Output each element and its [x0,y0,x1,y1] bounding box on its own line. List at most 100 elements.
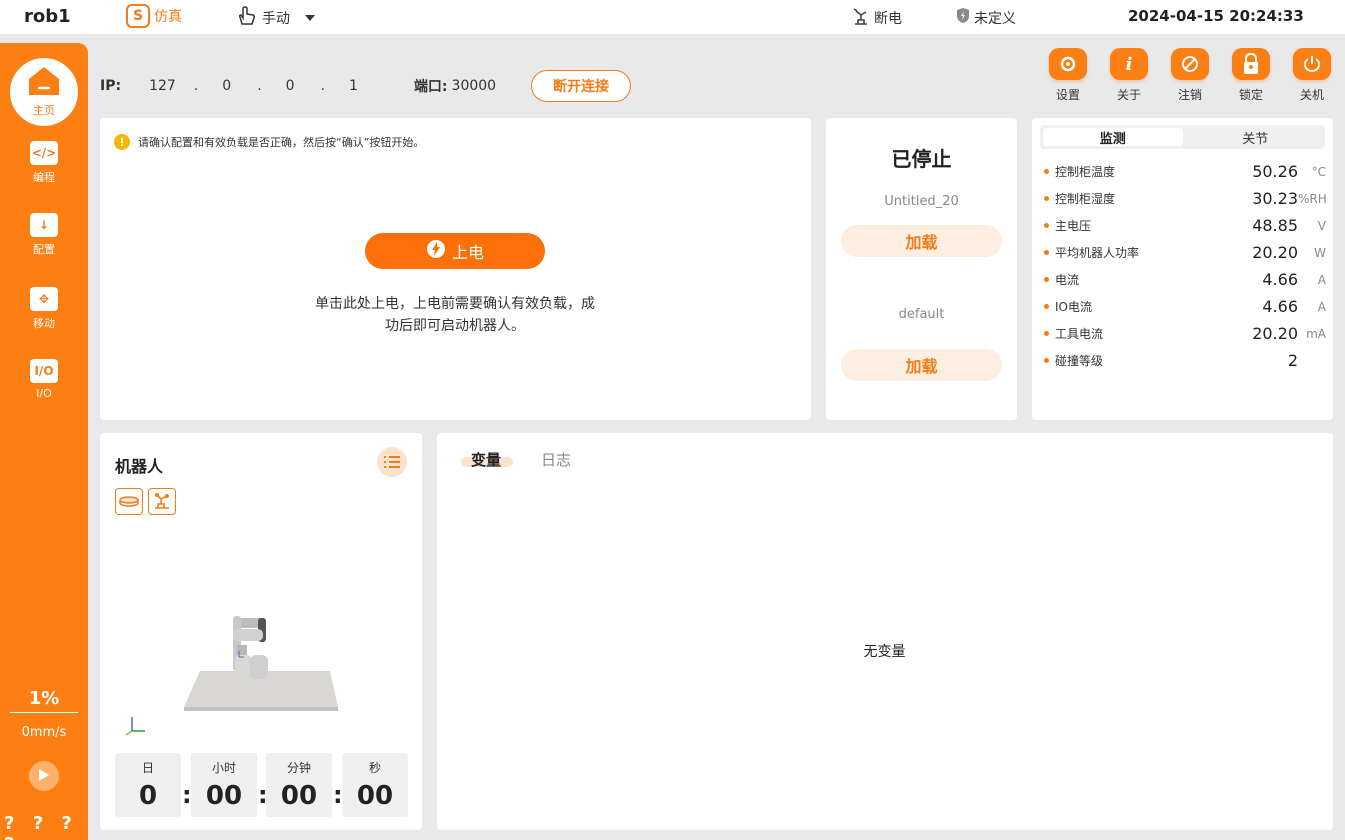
power-on-description: 单击此处上电，上电前需要确认有效负载，成 功后即可启动机器人。 [305,293,605,337]
monitor-value: 4.66 [1262,297,1298,316]
sidebar-item-io[interactable]: I/O I/O [0,359,88,400]
sidebar-item-home[interactable]: 主页 [10,58,78,126]
monitor-unit: A [1317,299,1326,314]
logout-button[interactable]: 注销 [1165,48,1215,103]
tab-joint[interactable]: 关节 [1186,125,1326,149]
monitor-row: IO电流 4.66 A [1044,293,1326,320]
sidebar-item-config[interactable]: ↓ 配置 [0,213,88,257]
bullet [1044,169,1049,174]
power-status-label: 断电 [874,11,902,27]
timer-value: 00 [205,781,243,811]
power-on-button[interactable]: 上电 [365,233,545,269]
monitor-row: 控制柜温度 50.26 °C [1044,158,1326,185]
timer-minutes: 分钟 00 [266,753,332,817]
safety-status: 未定义 [956,7,1016,28]
shutdown-label: 关机 [1299,88,1324,102]
timer-seconds: 秒 00 [342,753,408,817]
power-desc-line: 单击此处上电，上电前需要确认有效负载，成 [315,296,595,312]
power-icon [1293,48,1331,80]
lock-icon [1232,48,1270,80]
variables-panel: 变量 日志 无变量 [437,433,1333,830]
axis-triad [125,717,145,736]
bullet [1044,358,1049,363]
chevron-down-icon [304,10,316,26]
monitor-label: 控制柜温度 [1055,165,1116,179]
robot-arm-icon [852,7,870,29]
monitor-value: 2 [1287,351,1298,370]
bullet [1044,250,1049,255]
monitor-row: 电流 4.66 A [1044,266,1326,293]
load-payload-button[interactable]: 加载 [841,349,1002,381]
monitor-row: 平均机器人功率 20.20 W [1044,239,1326,266]
logout-label: 注销 [1177,88,1202,102]
robot-panel: 机器人 日 0 : 小时 00 : 分钟 00: 秒 00 [100,433,422,830]
sidebar-item-label: 主页 [33,104,55,117]
power-status: 断电 [852,7,902,29]
monitor-value: 30.23 [1252,189,1298,208]
lightning-icon [426,239,446,263]
timer-value: 00 [356,781,394,811]
lock-label: 锁定 [1238,88,1263,102]
play-icon [38,767,50,786]
robot-3d-viewport[interactable] [100,583,422,743]
monitor-unit: mA [1306,326,1326,341]
load-program-button[interactable]: 加载 [841,225,1002,257]
power-desc-line: 功后即可启动机器人。 [385,318,525,334]
monitor-value: 20.20 [1252,243,1298,262]
sidebar-item-label: 编程 [33,171,55,184]
about-label: 关于 [1116,88,1141,102]
ip-octet: 0 [285,78,295,94]
io-icon: I/O [30,359,58,383]
connection-bar: IP: 127 . 0 . 0 . 1 端口: 30000 [100,78,497,95]
timer-label: 小时 [211,761,236,775]
port-label: 端口: [413,79,448,95]
logout-icon [1171,48,1209,80]
tab-variables[interactable]: 变量 [471,449,501,470]
sidebar-item-label: 配置 [33,243,55,256]
gear-icon [1049,48,1087,80]
timer-value: 00 [280,781,318,811]
monitor-label: 工具电流 [1055,327,1104,341]
code-icon: </> [30,141,58,165]
base-view-button[interactable] [115,488,143,515]
simulation-icon: S [126,4,150,28]
sidebar-item-move[interactable]: ✥ 移动 [0,287,88,331]
program-status-panel: 已停止 Untitled_20 加载 default 加载 [826,118,1017,420]
ip-label: IP: [100,78,122,94]
tab-log[interactable]: 日志 [541,449,571,470]
list-menu-button[interactable] [377,447,407,477]
bullet [1044,331,1049,336]
lock-button[interactable]: 锁定 [1226,48,1276,103]
robot-name: rob1 [24,6,71,27]
robot-arm-icon [152,490,172,514]
notice-text: 请确认配置和有效负载是否正确，然后按“确认”按钮开始。 [138,136,425,149]
info-icon: i [1110,48,1148,80]
ip-octet: 0 [222,78,232,94]
bullet [1044,277,1049,282]
shutdown-button[interactable]: 关机 [1287,48,1337,103]
monitor-tabs: 监测 关节 [1040,125,1325,149]
monitor-label: 主电压 [1055,219,1092,233]
bullet [1044,304,1049,309]
settings-button[interactable]: 设置 [1043,48,1093,103]
sidebar-item-label: I/O [36,387,52,400]
robot-view-button[interactable] [148,488,176,515]
manual-mode-dropdown[interactable]: 手动 [236,6,316,30]
settings-label: 设置 [1055,88,1080,102]
simulation-mode-button[interactable]: S 仿真 [126,4,182,28]
timer-value: 0 [138,781,158,811]
speed-percent[interactable]: 1% [0,688,88,709]
monitor-unit: V [1317,218,1326,233]
payload-name: default [898,307,945,322]
timer-days: 日 0 [115,753,181,817]
speed-value: 0mm/s [21,725,67,740]
play-button[interactable] [29,761,59,791]
about-button[interactable]: i 关于 [1104,48,1154,103]
robot-link [233,629,263,641]
sidebar-item-program[interactable]: </> 编程 [0,141,88,185]
shield-icon [956,7,970,28]
tab-monitor[interactable]: 监测 [1043,128,1183,147]
disconnect-button[interactable]: 断开连接 [531,70,631,102]
monitor-label: 控制柜湿度 [1055,192,1116,206]
monitor-label: 电流 [1055,273,1080,287]
